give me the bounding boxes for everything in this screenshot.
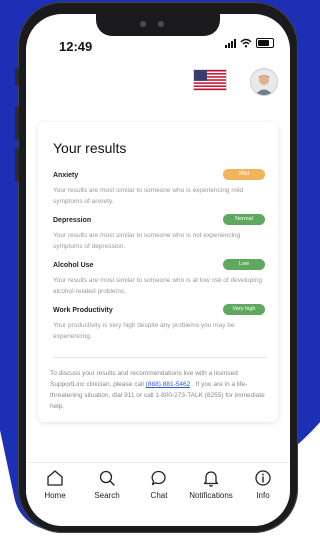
metric-alcohol-use: Alcohol Use Low Your results are most si… [53,259,265,297]
tab-label: Notifications [189,491,233,500]
metric-description: Your results are most similar to someone… [53,232,241,250]
system-icons [225,38,274,48]
metric-description: Your results are most similar to someone… [53,187,244,205]
tab-label: Home [44,491,66,500]
info-icon [255,470,271,486]
phone-volume-up [15,106,19,140]
tab-label: Info [256,491,270,500]
tab-notifications[interactable]: Notifications [185,469,237,500]
us-flag-icon[interactable] [194,70,226,90]
divider [53,357,267,358]
metric-description: Your results are most similar to someone… [53,277,262,295]
phone-link[interactable]: (888) 881-5462 [146,381,190,388]
status-badge: Normal [223,214,265,225]
status-badge: Low [223,259,265,270]
tab-label: Chat [150,491,168,500]
home-icon [47,470,63,486]
metric-work-productivity: Work Productivity Very high Your product… [53,304,265,342]
bell-icon [203,471,219,487]
phone-mute-switch [15,68,19,86]
contact-info-text: To discuss your results and recommendati… [50,368,272,412]
status-badge: Very high [223,304,265,315]
metric-depression: Depression Normal Your results are most … [53,214,265,252]
bottom-tab-bar: Home Search Chat Notifications Info [26,462,290,526]
status-time: 12:49 [59,39,93,54]
metric-anxiety: Anxiety Mild Your results are most simil… [53,169,265,207]
status-badge: Mild [223,169,265,180]
wifi-icon [240,38,252,48]
phone-screen: 12:49 Your results Anxiety Mild Your res… [26,14,290,526]
signal-icon [225,38,236,48]
tab-home[interactable]: Home [29,469,81,500]
tab-label: Search [94,491,120,500]
tab-info[interactable]: Info [237,469,289,500]
results-title: Your results [53,140,127,156]
status-bar: 12:49 [26,14,290,60]
chat-icon [151,470,166,486]
battery-icon [256,38,274,48]
tab-chat[interactable]: Chat [133,469,185,500]
metric-description: Your productivity is very high despite a… [53,322,235,340]
results-card: Your results Anxiety Mild Your results a… [38,122,278,422]
search-icon [99,470,115,486]
tab-search[interactable]: Search [81,469,133,500]
phone-volume-down [15,148,19,182]
avatar[interactable] [250,68,278,96]
